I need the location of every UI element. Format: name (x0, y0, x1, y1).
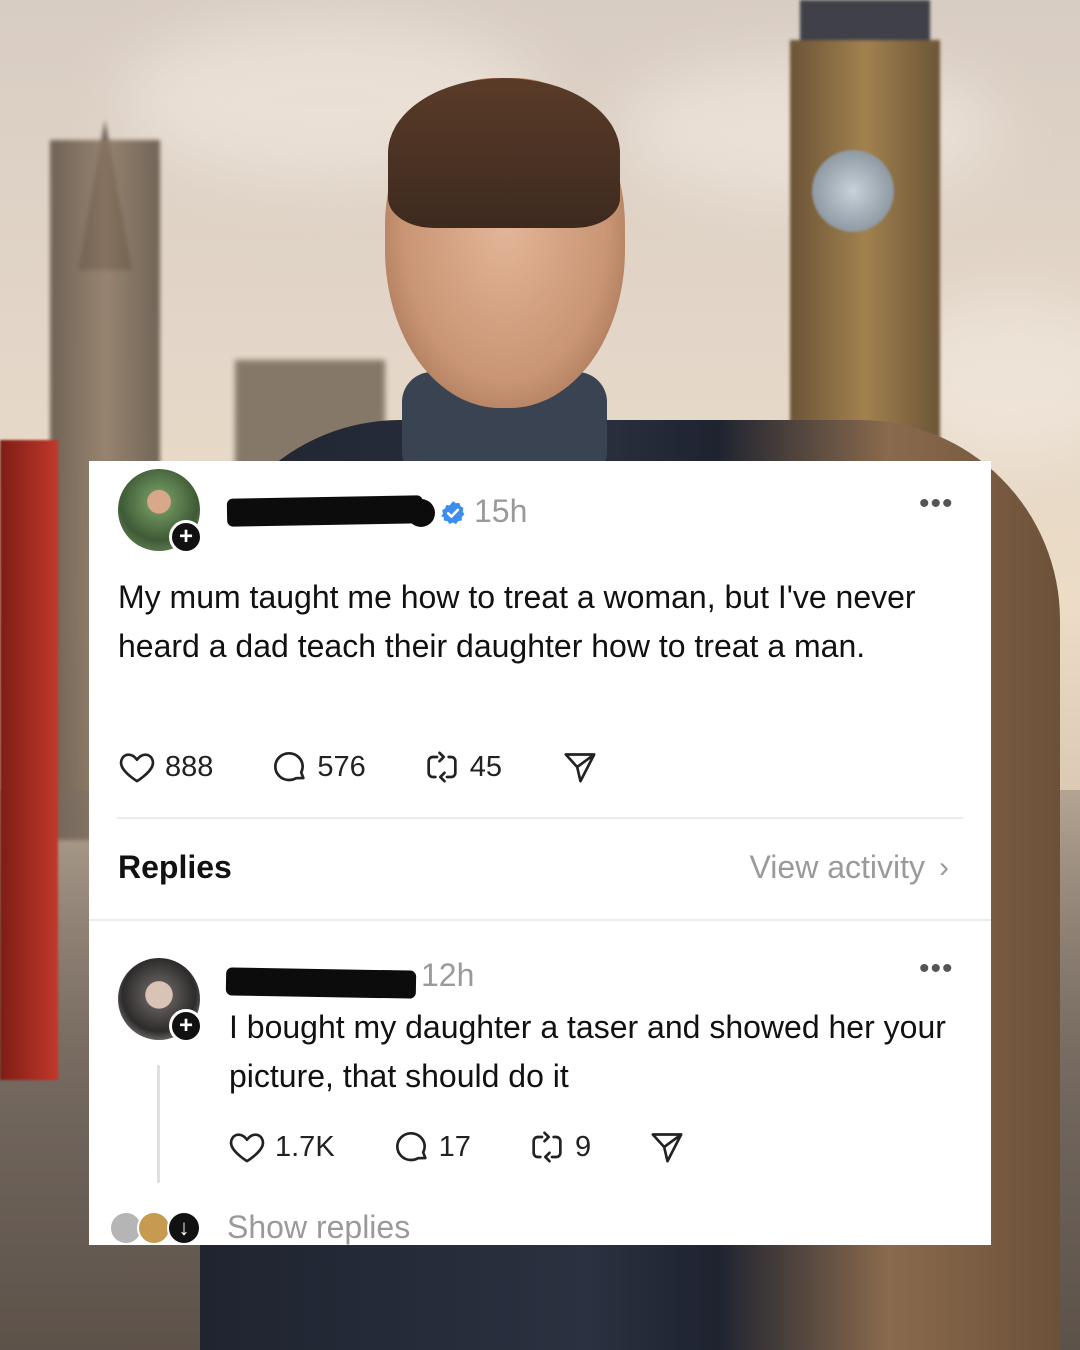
repost-icon (532, 1131, 562, 1163)
redacted-username (225, 967, 417, 999)
like-count: 888 (165, 750, 214, 783)
repost-button[interactable]: 45 (422, 747, 502, 787)
like-button[interactable]: 1.7K (227, 1127, 335, 1167)
reply-actions: 1.7K 17 9 (227, 1127, 687, 1167)
like-count: 1.7K (275, 1130, 335, 1163)
arrow-down-icon: ↓ (167, 1211, 201, 1245)
comment-button[interactable]: 576 (269, 747, 366, 787)
comment-count: 17 (438, 1130, 471, 1163)
comment-button[interactable]: 17 (391, 1127, 471, 1167)
verified-badge-icon (441, 501, 465, 524)
more-options-icon[interactable]: ••• (919, 489, 954, 519)
comment-icon (274, 752, 306, 782)
repost-count: 9 (574, 1130, 592, 1163)
share-button[interactable] (560, 747, 600, 787)
chevron-right-icon: › (939, 850, 949, 884)
view-activity-label: View activity (749, 849, 925, 885)
view-activity-link[interactable]: View activity › (750, 849, 949, 886)
follow-plus-icon[interactable]: + (169, 1009, 203, 1043)
follow-plus-icon[interactable]: + (169, 520, 203, 554)
post-actions: 888 576 45 (117, 747, 600, 787)
redacted-username (226, 495, 424, 527)
share-button[interactable] (647, 1127, 687, 1167)
heart-icon (119, 753, 155, 783)
show-replies-link[interactable]: Show replies (227, 1209, 410, 1245)
repost-count: 45 (469, 750, 503, 783)
heart-icon (229, 1133, 265, 1163)
reply-text: I bought my daughter a taser and showed … (229, 1009, 946, 1094)
repost-icon (427, 751, 457, 783)
threads-card: + 15h ••• My mum taught me how to treat … (89, 461, 991, 1245)
comment-icon (395, 1132, 427, 1162)
send-icon (651, 1133, 683, 1163)
more-options-icon[interactable]: ••• (919, 954, 954, 984)
replies-heading: Replies (118, 849, 232, 885)
comment-count: 576 (317, 750, 366, 783)
person-hair (388, 78, 620, 228)
reply-avatars-stack: ↓ (109, 1211, 219, 1245)
big-ben-tower (790, 40, 940, 480)
thread-line (157, 1065, 160, 1183)
redacted-username-tail (407, 499, 435, 527)
red-phone-box (0, 440, 58, 1080)
divider (89, 919, 991, 921)
reply-timestamp: 12h (421, 957, 475, 993)
like-button[interactable]: 888 (117, 747, 213, 787)
send-icon (564, 753, 596, 783)
divider (117, 817, 963, 819)
avatar (137, 1211, 171, 1245)
clock-face (812, 150, 894, 232)
repost-button[interactable]: 9 (527, 1127, 591, 1167)
post-text: My mum taught me how to treat a woman, b… (118, 579, 916, 664)
post-timestamp: 15h (474, 493, 528, 529)
